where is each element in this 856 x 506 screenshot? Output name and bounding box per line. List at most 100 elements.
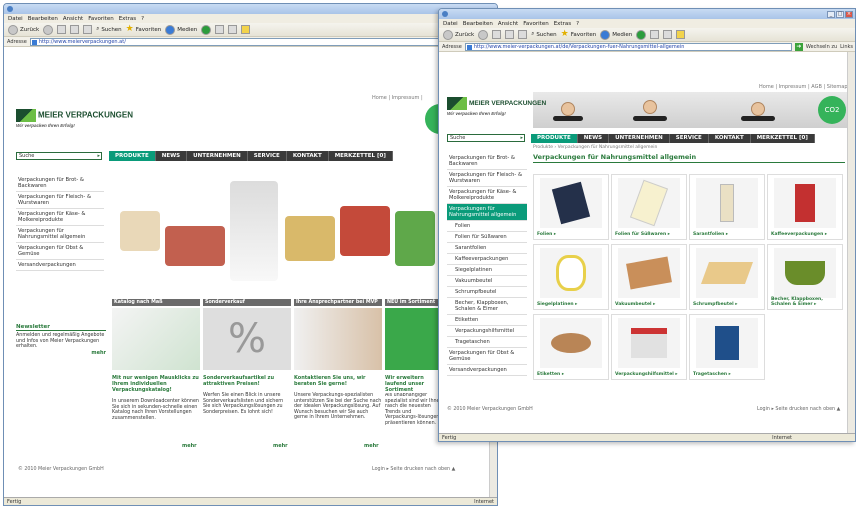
- nav-news[interactable]: NEWS: [156, 151, 188, 161]
- sidebar2-nahrungsmittel[interactable]: Verpackungen für Nahrungsmittel allgemei…: [447, 204, 527, 221]
- home-icon[interactable]: [83, 25, 93, 34]
- sidebar2-brot[interactable]: Verpackungen für Brot- & Backwaren: [447, 153, 527, 170]
- vertical-scrollbar-2[interactable]: [847, 52, 855, 434]
- sidebar2-fleisch[interactable]: Verpackungen für Fleisch- & Wurstwaren: [447, 170, 527, 187]
- menu-extras-2[interactable]: Extras: [554, 21, 571, 27]
- site-logo[interactable]: MEIER VERPACKUNGEN Wir verpacken Ihren Er…: [16, 109, 133, 128]
- title-bar-2[interactable]: _ □ ×: [439, 9, 855, 19]
- sidebar-item-versand[interactable]: Versandverpackungen: [16, 260, 104, 271]
- sidebar-item-kaese[interactable]: Verpackungen für Käse- & Molkereiprodukt…: [16, 209, 104, 226]
- tile-hilfsmittel[interactable]: Verpackungshilfsmittel ▸: [611, 314, 687, 380]
- tile-schrumpf[interactable]: Schrumpfbeutel ▸: [689, 244, 765, 310]
- back-button[interactable]: Zurück: [8, 24, 39, 35]
- media-button[interactable]: Medien: [165, 24, 197, 35]
- footer-links[interactable]: Login ▸ Seite drucken nach oben ▲: [372, 467, 455, 472]
- favorites-button[interactable]: ★ Favoriten: [126, 25, 162, 34]
- menu-favoriten-2[interactable]: Favoriten: [523, 21, 548, 27]
- col-new-title[interactable]: Wir erweitern laufend unser Sortiment: [385, 375, 445, 393]
- sidebar2-siegel[interactable]: Siegelplatinen: [447, 265, 527, 276]
- sidebar2-kaese[interactable]: Verpackungen für Käse- & Molkereiprodukt…: [447, 187, 527, 204]
- menu-bearbeiten-2[interactable]: Bearbeiten: [463, 21, 493, 27]
- nav-service[interactable]: SERVICE: [248, 151, 287, 161]
- search-input[interactable]: Suche: [16, 152, 102, 160]
- folder-icon[interactable]: [241, 25, 251, 34]
- home-icon-2[interactable]: [518, 30, 528, 39]
- mail-icon-2[interactable]: [650, 30, 660, 39]
- minimize-button[interactable]: _: [827, 10, 835, 18]
- top-links-2[interactable]: Home | Impressum | AGB | Sitemap: [759, 84, 848, 90]
- folder-icon-2[interactable]: [676, 30, 686, 39]
- refresh-icon-2[interactable]: [505, 30, 515, 39]
- sidebar2-etiketten[interactable]: Etiketten: [447, 315, 527, 326]
- sidebar-item-brot[interactable]: Verpackungen für Brot- & Backwaren: [16, 175, 104, 192]
- col-katalog-title[interactable]: Mit nur wenigen Mausklicks zu Ihrem indi…: [112, 375, 200, 393]
- search-button-2[interactable]: ⌕ Suchen: [531, 31, 556, 38]
- tile-etiketten[interactable]: Etiketten ▸: [533, 314, 609, 380]
- footer-links-2[interactable]: Login ▸ Seite drucken nach oben ▲: [757, 407, 840, 412]
- nav-service-2[interactable]: SERVICE: [670, 134, 709, 143]
- refresh-icon[interactable]: [70, 25, 80, 34]
- sidebar2-kaffee[interactable]: Kaffeeverpackungen: [447, 254, 527, 265]
- close-button[interactable]: ×: [845, 10, 853, 18]
- sidebar2-becher[interactable]: Becher, Klappboxen, Schalen & Eimer: [447, 298, 527, 315]
- go-label[interactable]: Wechseln zu: [806, 44, 837, 50]
- sidebar2-suesswaren[interactable]: Folien für Süßwaren: [447, 232, 527, 243]
- newsletter-more-link[interactable]: mehr: [16, 350, 106, 356]
- sidebar2-schrumpf[interactable]: Schrumpfbeutel: [447, 287, 527, 298]
- nav-merkzettel[interactable]: MERKZETTEL [0]: [329, 151, 393, 161]
- stop-icon[interactable]: [57, 25, 67, 34]
- sidebar-item-fleisch[interactable]: Verpackungen für Fleisch- & Wurstwaren: [16, 192, 104, 209]
- catalog-image[interactable]: [112, 308, 200, 370]
- breadcrumb[interactable]: Produkte › Verpackungen für Nahrungsmitt…: [533, 145, 657, 150]
- col-sonder-more[interactable]: mehr: [273, 443, 288, 449]
- sidebar2-folien[interactable]: Folien: [447, 221, 527, 232]
- tile-tragetaschen[interactable]: Tragetaschen ▸: [689, 314, 765, 380]
- sidebar2-obst[interactable]: Verpackungen für Obst & Gemüse: [447, 348, 527, 365]
- col-contact-more[interactable]: mehr: [364, 443, 379, 449]
- forward-icon[interactable]: [43, 24, 54, 35]
- search-input-2[interactable]: Suche: [447, 134, 525, 142]
- nav-unternehmen[interactable]: UNTERNEHMEN: [187, 151, 248, 161]
- links-label[interactable]: Links: [840, 44, 855, 50]
- col-contact-title[interactable]: Kontaktieren Sie uns, wir beraten Sie ge…: [294, 375, 382, 387]
- print-icon[interactable]: [228, 25, 238, 34]
- menu-help-2[interactable]: ?: [576, 21, 579, 27]
- stop-icon-2[interactable]: [492, 30, 502, 39]
- tile-vakuum[interactable]: Vakuumbeutel ▸: [611, 244, 687, 310]
- favorites-button-2[interactable]: ★ Favoriten: [561, 30, 597, 39]
- tile-suesswaren[interactable]: Folien für Süßwaren ▸: [611, 174, 687, 240]
- top-links[interactable]: Home | Impressum |: [372, 95, 423, 101]
- sidebar2-versand[interactable]: Versandverpackungen: [447, 365, 527, 376]
- back-button-2[interactable]: Zurück: [443, 29, 474, 40]
- print-icon-2[interactable]: [663, 30, 673, 39]
- sidebar-item-nahrungsmittel[interactable]: Verpackungen für Nahrungsmittel allgemei…: [16, 226, 104, 243]
- search-button[interactable]: ⌕ Suchen: [96, 26, 121, 33]
- maximize-button[interactable]: □: [836, 10, 844, 18]
- menu-datei-2[interactable]: Datei: [443, 21, 458, 27]
- menu-ansicht-2[interactable]: Ansicht: [498, 21, 518, 27]
- sidebar2-vakuum[interactable]: Vakuumbeutel: [447, 276, 527, 287]
- menu-ansicht[interactable]: Ansicht: [63, 16, 83, 22]
- forward-icon-2[interactable]: [478, 29, 489, 40]
- nav-produkte[interactable]: PRODUKTE: [109, 151, 156, 161]
- menu-extras[interactable]: Extras: [119, 16, 136, 22]
- nav-unternehmen-2[interactable]: UNTERNEHMEN: [609, 134, 670, 143]
- tile-kaffee[interactable]: Kaffeeverpackungen ▸: [767, 174, 843, 240]
- go-button-2[interactable]: ➜: [794, 42, 803, 51]
- sidebar2-sarant[interactable]: Sarantfolien: [447, 243, 527, 254]
- new-image[interactable]: [385, 308, 445, 370]
- title-bar[interactable]: [4, 4, 497, 14]
- tile-folien[interactable]: Folien ▸: [533, 174, 609, 240]
- mail-icon[interactable]: [215, 25, 225, 34]
- menu-datei[interactable]: Datei: [8, 16, 23, 22]
- tile-sarant[interactable]: Sarantfolien ▸: [689, 174, 765, 240]
- sidebar-item-obst[interactable]: Verpackungen für Obst & Gemüse: [16, 243, 104, 260]
- col-sonder-title[interactable]: Sonderverkaufsartikel zu attraktiven Pre…: [203, 375, 291, 387]
- nav-kontakt-2[interactable]: KONTAKT: [709, 134, 751, 143]
- menu-help[interactable]: ?: [141, 16, 144, 22]
- menu-bearbeiten[interactable]: Bearbeiten: [28, 16, 58, 22]
- sidebar2-hilfsmittel[interactable]: Verpackungshilfsmittel: [447, 326, 527, 337]
- col-katalog-more[interactable]: mehr: [182, 443, 197, 449]
- contact-image[interactable]: [294, 308, 382, 370]
- menu-favoriten[interactable]: Favoriten: [88, 16, 113, 22]
